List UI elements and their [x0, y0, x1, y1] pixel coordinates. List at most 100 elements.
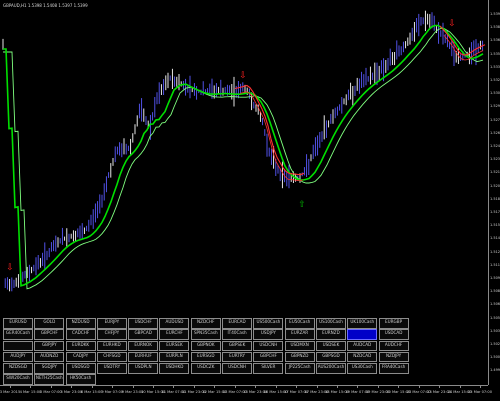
price-tick-label: 1.5005 [490, 355, 500, 360]
symbol-button[interactable]: GBPAUD [347, 329, 378, 340]
symbol-button[interactable]: NETH25Cash [34, 374, 65, 385]
time-tick-mark [398, 386, 400, 388]
symbol-button[interactable]: AUS200Cash [315, 363, 346, 374]
symbol-button[interactable]: USDHKD [159, 363, 190, 374]
price-tick-label: 1.5155 [490, 223, 500, 228]
symbol-button[interactable]: EURZAR [284, 329, 315, 340]
symbol-button[interactable]: SPN35Cash [190, 329, 221, 340]
symbol-button[interactable]: CADCHF [65, 329, 96, 340]
symbol-button[interactable]: NZDCAD [347, 351, 378, 363]
symbol-button[interactable]: EURJPY [96, 318, 127, 329]
symbol-button[interactable]: GBPCHF [34, 329, 65, 340]
symbol-button[interactable]: USDPLN [128, 363, 159, 374]
symbol-button[interactable]: USDTRY [96, 363, 127, 374]
symbol-button[interactable]: GER40Cash [3, 329, 33, 340]
symbol-button[interactable]: GBPJPY [34, 340, 65, 352]
time-tick-mark [255, 386, 257, 388]
price-tick-label: 1.5080 [490, 289, 500, 294]
time-tick-mark [91, 386, 93, 388]
price-tick-label: 1.5125 [490, 249, 500, 254]
symbol-button-panel: EURUSD GOLD NZDUSD EURJPY USDCHF AUDUSD NZDCHF… [3, 318, 409, 385]
price-tick-label: 1.5020 [490, 342, 500, 346]
symbol-button[interactable]: EURCHF [159, 329, 190, 340]
symbol-button[interactable]: USDCZK [190, 363, 221, 374]
time-tick-mark [296, 386, 298, 388]
symbol-button[interactable]: GBPCAD [128, 329, 159, 340]
chart-info-line: GBPAUD,H1 1.5398 1.5408 1.5397 1.5399 [3, 3, 88, 8]
symbol-button[interactable]: EURNZD [315, 329, 346, 340]
symbol-button[interactable]: EURTRY [222, 351, 253, 363]
symbol-button[interactable]: NZDSGD [3, 363, 33, 374]
price-tick-label: 1.5245 [490, 144, 500, 148]
time-tick-mark [377, 386, 379, 388]
symbol-button[interactable]: EURDKK [65, 340, 96, 352]
symbol-button[interactable]: EURHKD [96, 340, 127, 352]
symbol-button[interactable]: EURHUF [128, 351, 159, 363]
symbol-button[interactable]: GBPNOK [190, 340, 221, 352]
time-axis[interactable]: 3 Mar 2015 4 Mar 15:00 5 Mar 07:00 5 Mar 23… [0, 385, 492, 401]
symbol-button[interactable]: US30Cash [347, 363, 378, 374]
symbol-button[interactable]: EURCAD [222, 318, 253, 329]
price-tick-label: 1.5260 [490, 130, 500, 135]
symbol-button[interactable]: SGDJPY [34, 363, 65, 374]
symbol-button[interactable]: NZDJPY [378, 351, 409, 363]
time-tick-mark [71, 386, 73, 388]
symbol-button[interactable]: CADJPY [65, 351, 96, 363]
symbol-button[interactable]: JP225Cash [284, 363, 315, 374]
symbol-button[interactable]: USDCAD [378, 329, 409, 340]
price-axis[interactable]: 1.5395 1.5380 1.5365 1.5350 1.5335 1.5320 1.53… [488, 0, 500, 385]
symbol-button[interactable]: NZDCHF [190, 318, 221, 329]
symbol-button[interactable]: USDCNH [222, 363, 253, 374]
symbol-button[interactable]: USDJPY [253, 329, 284, 340]
symbol-button[interactable]: IT40Cash [222, 329, 253, 340]
symbol-button[interactable]: AUDUSD [159, 318, 190, 329]
symbol-button[interactable]: EURGBP [378, 318, 409, 329]
symbol-button[interactable]: AUDNZD [34, 351, 65, 363]
symbol-button[interactable]: USDCHF [128, 318, 159, 329]
symbol-button[interactable]: HK50Cash [65, 374, 96, 385]
symbol-button[interactable]: GBPSGD [315, 351, 346, 363]
symbol-button[interactable]: EU50Cash [284, 318, 315, 329]
symbol-button[interactable]: USDMXN [284, 340, 315, 352]
symbol-button[interactable]: USDSEK [315, 340, 346, 352]
symbol-button[interactable]: GBPCHF [253, 351, 284, 363]
symbol-button[interactable]: AUDJPY [3, 351, 33, 363]
symbol-button[interactable] [3, 340, 33, 352]
time-tick-mark [418, 386, 420, 388]
symbol-button[interactable]: EURUSD [3, 318, 33, 329]
moving-average-slow [3, 28, 484, 290]
symbol-button[interactable]: USDSGD [65, 363, 96, 374]
time-tick-mark [357, 386, 359, 388]
symbol-button[interactable]: EURPLN [159, 351, 190, 363]
symbol-button[interactable]: AUDCHF [378, 340, 409, 352]
symbol-button[interactable]: US500Cash [253, 318, 284, 329]
time-tick-mark [112, 386, 114, 388]
symbol-button[interactable]: EURSEK [159, 340, 190, 352]
symbol-button[interactable]: SWI20Cash [3, 374, 33, 385]
symbol-button[interactable]: EURNOK [128, 340, 159, 352]
down-arrow-signal-icon: ⇩ [6, 263, 14, 273]
time-tick-mark [153, 386, 155, 388]
time-tick-mark [30, 386, 32, 388]
symbol-button[interactable]: CHFJPY [96, 329, 127, 340]
symbol-button[interactable]: NZDUSD [65, 318, 96, 329]
price-tick-label: 1.5035 [490, 328, 500, 333]
symbol-button[interactable]: GOLD [34, 318, 65, 329]
symbol-button[interactable]: SILVER [253, 363, 284, 374]
symbol-button[interactable]: FRA40Cash [378, 363, 409, 374]
time-tick-mark [214, 386, 216, 388]
symbol-button[interactable]: EURSGD [190, 351, 221, 363]
symbol-button[interactable]: US100Cash [315, 318, 346, 329]
symbol-button[interactable]: GBPNZD [284, 351, 315, 363]
price-tick-label: 1.5380 [490, 25, 500, 30]
symbol-button[interactable]: GBPSEK [222, 340, 253, 352]
symbol-button[interactable]: CHFSGD [96, 351, 127, 363]
time-tick-mark [193, 386, 195, 388]
price-tick-label: 1.5110 [490, 262, 500, 267]
price-tick-label: 1.5050 [490, 315, 500, 320]
symbol-button[interactable]: AUDCAD [347, 340, 378, 352]
time-tick-label: 9 Mar 07:00 [101, 390, 124, 394]
symbol-button[interactable]: USDCNH [253, 340, 284, 352]
chart-window[interactable]: ⇩ ⇩ ⇧ ⇩ GBPAUD,H1 1.5398 1.5408 1.5397 1.53… [0, 0, 500, 400]
symbol-button[interactable]: UK100Cash [347, 318, 378, 329]
